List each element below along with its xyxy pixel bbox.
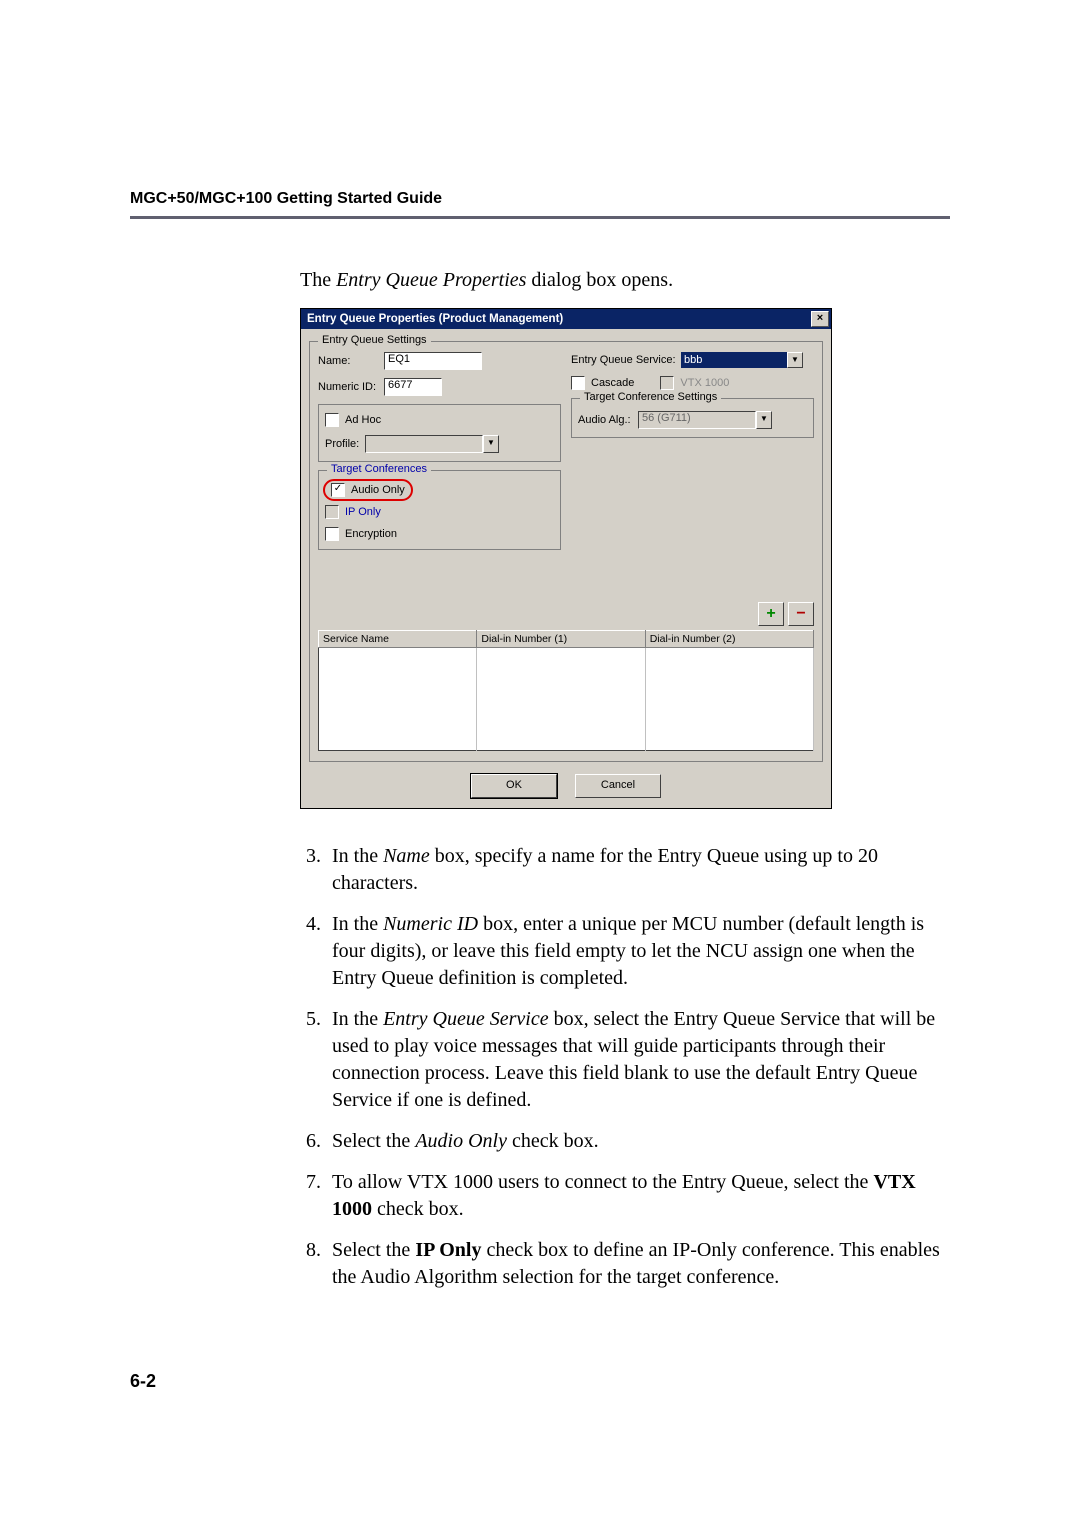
ip-only-checkbox[interactable] — [325, 505, 339, 519]
add-button[interactable]: + — [758, 602, 784, 626]
step-8-bold: IP Only — [415, 1239, 481, 1261]
page-header: MGC+50/MGC+100 Getting Started Guide — [130, 190, 950, 208]
chevron-down-icon[interactable]: ▼ — [483, 435, 499, 453]
step-3: In the Name box, specify a name for the … — [326, 843, 950, 897]
step-6-pre: Select the — [332, 1130, 415, 1152]
table-row[interactable] — [319, 699, 814, 716]
entry-queue-settings-group: Entry Queue Settings Name: EQ1 Numeric I… — [309, 341, 823, 762]
dialog-title: Entry Queue Properties (Product Manageme… — [307, 313, 563, 325]
profile-label: Profile: — [325, 438, 365, 450]
name-label: Name: — [318, 355, 384, 367]
intro-text: The Entry Queue Properties dialog box op… — [300, 269, 950, 292]
ok-button[interactable]: OK — [471, 774, 557, 798]
header-rule — [130, 216, 950, 219]
step-6-post: check box. — [507, 1130, 599, 1152]
audio-only-checkbox[interactable]: ✓ — [331, 483, 345, 497]
dialog-titlebar: Entry Queue Properties (Product Manageme… — [301, 309, 831, 329]
page-number: 6-2 — [130, 1371, 950, 1392]
eqs-value: bbb — [681, 352, 787, 368]
encryption-checkbox[interactable] — [325, 527, 339, 541]
ip-only-label: IP Only — [345, 506, 381, 518]
step-8-pre: Select the — [332, 1239, 415, 1261]
step-7: To allow VTX 1000 users to connect to th… — [326, 1169, 950, 1223]
step-3-pre: In the — [332, 845, 383, 867]
col-service-name[interactable]: Service Name — [319, 631, 477, 648]
intro-pre: The — [300, 269, 336, 291]
steps-list: In the Name box, specify a name for the … — [130, 843, 950, 1291]
table-row[interactable] — [319, 682, 814, 699]
step-7-pre: To allow VTX 1000 users to connect to th… — [332, 1171, 873, 1193]
vtx1000-label: VTX 1000 — [680, 377, 729, 389]
profile-value — [365, 435, 483, 453]
step-5-pre: In the — [332, 1008, 383, 1030]
target-conferences-group: Target Conferences ✓ Audio Only IP Only — [318, 470, 561, 550]
remove-button[interactable]: − — [788, 602, 814, 626]
step-6-italic: Audio Only — [415, 1130, 507, 1152]
adhoc-label: Ad Hoc — [345, 414, 381, 426]
profile-dropdown[interactable]: ▼ — [365, 435, 499, 453]
dialin-grid[interactable]: Service Name Dial-in Number (1) Dial-in … — [318, 630, 814, 751]
audio-alg-dropdown[interactable]: 56 (G711) ▼ — [638, 411, 772, 429]
step-8: Select the IP Only check box to define a… — [326, 1237, 950, 1291]
step-3-italic: Name — [383, 845, 430, 867]
name-field[interactable]: EQ1 — [384, 352, 482, 370]
table-row[interactable] — [319, 733, 814, 751]
eqs-label: Entry Queue Service: — [571, 354, 681, 366]
table-row[interactable] — [319, 716, 814, 733]
cascade-checkbox[interactable] — [571, 376, 585, 390]
step-5: In the Entry Queue Service box, select t… — [326, 1006, 950, 1114]
group-legend-settings: Entry Queue Settings — [318, 334, 431, 346]
audio-only-highlight: ✓ Audio Only — [325, 481, 411, 499]
chevron-down-icon[interactable]: ▼ — [787, 352, 803, 368]
step-4: In the Numeric ID box, enter a unique pe… — [326, 911, 950, 992]
cancel-button[interactable]: Cancel — [575, 774, 661, 798]
close-button[interactable]: × — [811, 311, 829, 327]
vtx1000-checkbox[interactable] — [660, 376, 674, 390]
numeric-id-label: Numeric ID: — [318, 381, 384, 393]
col-dialin-2[interactable]: Dial-in Number (2) — [645, 631, 813, 648]
table-row[interactable] — [319, 665, 814, 682]
profile-subgroup: Ad Hoc Profile: ▼ — [318, 404, 561, 462]
table-row[interactable] — [319, 648, 814, 666]
target-conf-settings-group: Target Conference Settings Audio Alg.: 5… — [571, 398, 814, 438]
step-5-italic: Entry Queue Service — [383, 1008, 548, 1030]
intro-italic: Entry Queue Properties — [336, 269, 526, 291]
numeric-id-field[interactable]: 6677 — [384, 378, 442, 396]
entry-queue-dialog: Entry Queue Properties (Product Manageme… — [300, 308, 832, 809]
audio-alg-value: 56 (G711) — [638, 411, 756, 429]
audio-only-label: Audio Only — [351, 484, 405, 496]
intro-post: dialog box opens. — [526, 269, 673, 291]
step-6: Select the Audio Only check box. — [326, 1128, 950, 1155]
eqs-dropdown[interactable]: bbb ▼ — [681, 352, 803, 368]
step-4-pre: In the — [332, 913, 383, 935]
target-conf-legend: Target Conferences — [327, 463, 431, 475]
tcs-legend: Target Conference Settings — [580, 391, 721, 403]
adhoc-checkbox[interactable] — [325, 413, 339, 427]
step-4-italic: Numeric ID — [383, 913, 478, 935]
step-7-post: check box. — [372, 1198, 464, 1220]
audio-alg-label: Audio Alg.: — [578, 414, 638, 426]
chevron-down-icon[interactable]: ▼ — [756, 411, 772, 429]
cascade-label: Cascade — [591, 377, 634, 389]
encryption-label: Encryption — [345, 528, 397, 540]
col-dialin-1[interactable]: Dial-in Number (1) — [477, 631, 645, 648]
